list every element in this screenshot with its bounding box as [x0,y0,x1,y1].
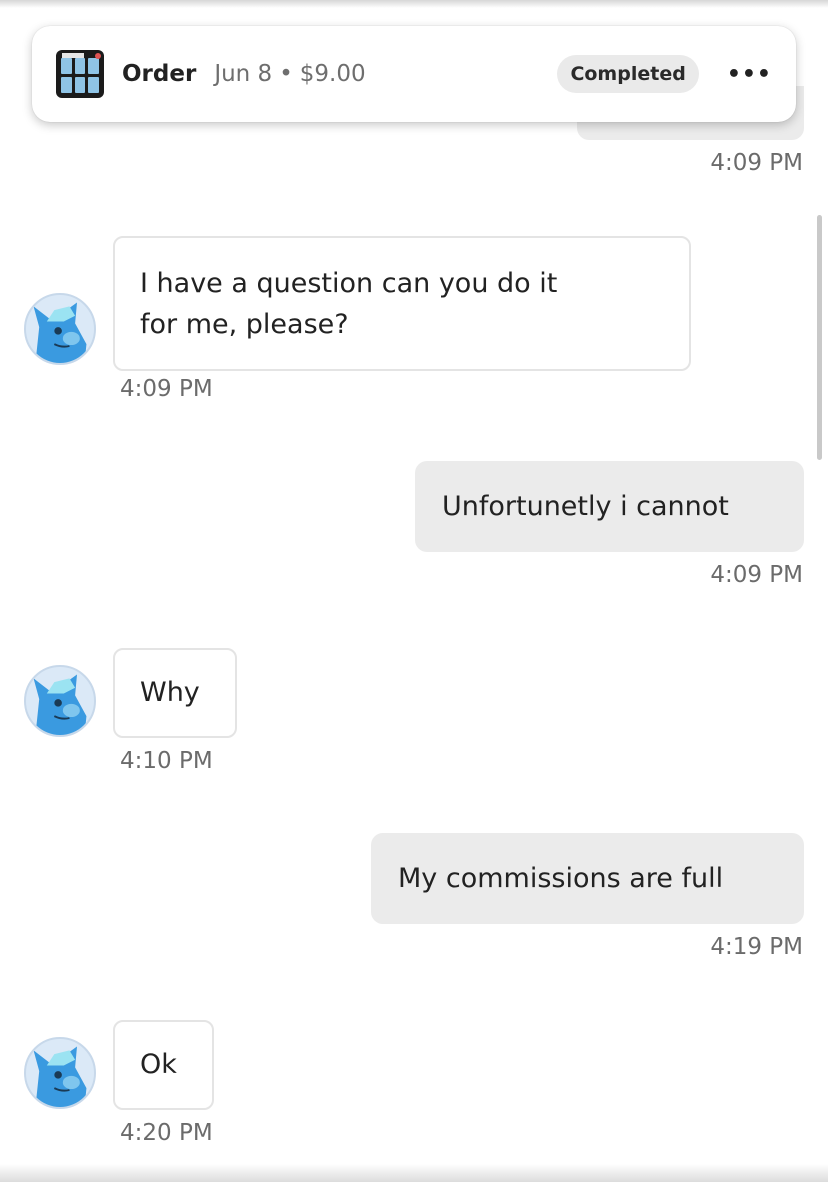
sender-avatar[interactable] [24,665,96,737]
message-timestamp: 4:19 PM [710,934,803,960]
message-timestamp: 4:09 PM [710,562,803,588]
message-bubble-outgoing[interactable]: Unfortunetly i cannot [415,461,804,552]
blue-character-avatar-icon [33,302,87,363]
more-options-icon[interactable]: ••• [727,62,772,87]
blue-character-avatar-icon [33,674,87,735]
message-bubble-incoming[interactable]: I have a question can you do it for me, … [113,236,691,371]
order-separator: • [279,61,293,87]
message-bubble-outgoing[interactable]: My commissions are full [371,833,804,924]
sender-avatar[interactable] [24,1037,96,1109]
message-bubble-incoming[interactable]: Why [113,648,237,738]
message-timestamp: 4:09 PM [120,376,213,402]
message-text: My commissions are full [398,863,724,894]
message-text: Why [140,677,200,708]
message-timestamp: 4:10 PM [120,748,213,774]
vertical-scrollbar[interactable] [817,215,822,460]
bottom-edge-divider [0,1164,828,1182]
order-thumbnail[interactable] [56,50,104,98]
message-text-line: for me, please? [140,309,349,340]
message-text: Ok [140,1049,177,1080]
message-timestamp: 4:20 PM [120,1120,213,1146]
blue-character-avatar-icon [33,1046,87,1107]
order-date: Jun 8 [214,61,273,87]
chat-thread[interactable]: Order Jun 8 • $9.00 Completed ••• 4:09 P… [0,0,828,1182]
order-price: $9.00 [299,61,366,87]
message-bubble-incoming[interactable]: Ok [113,1020,214,1110]
order-title: Order [122,61,197,87]
sender-avatar[interactable] [24,293,96,365]
status-badge: Completed [557,55,699,93]
order-summary-card[interactable]: Order Jun 8 • $9.00 Completed ••• [32,26,796,122]
message-text-line: I have a question can you do it [140,268,558,299]
message-timestamp: 4:09 PM [710,150,803,176]
message-text: Unfortunetly i cannot [442,491,729,522]
